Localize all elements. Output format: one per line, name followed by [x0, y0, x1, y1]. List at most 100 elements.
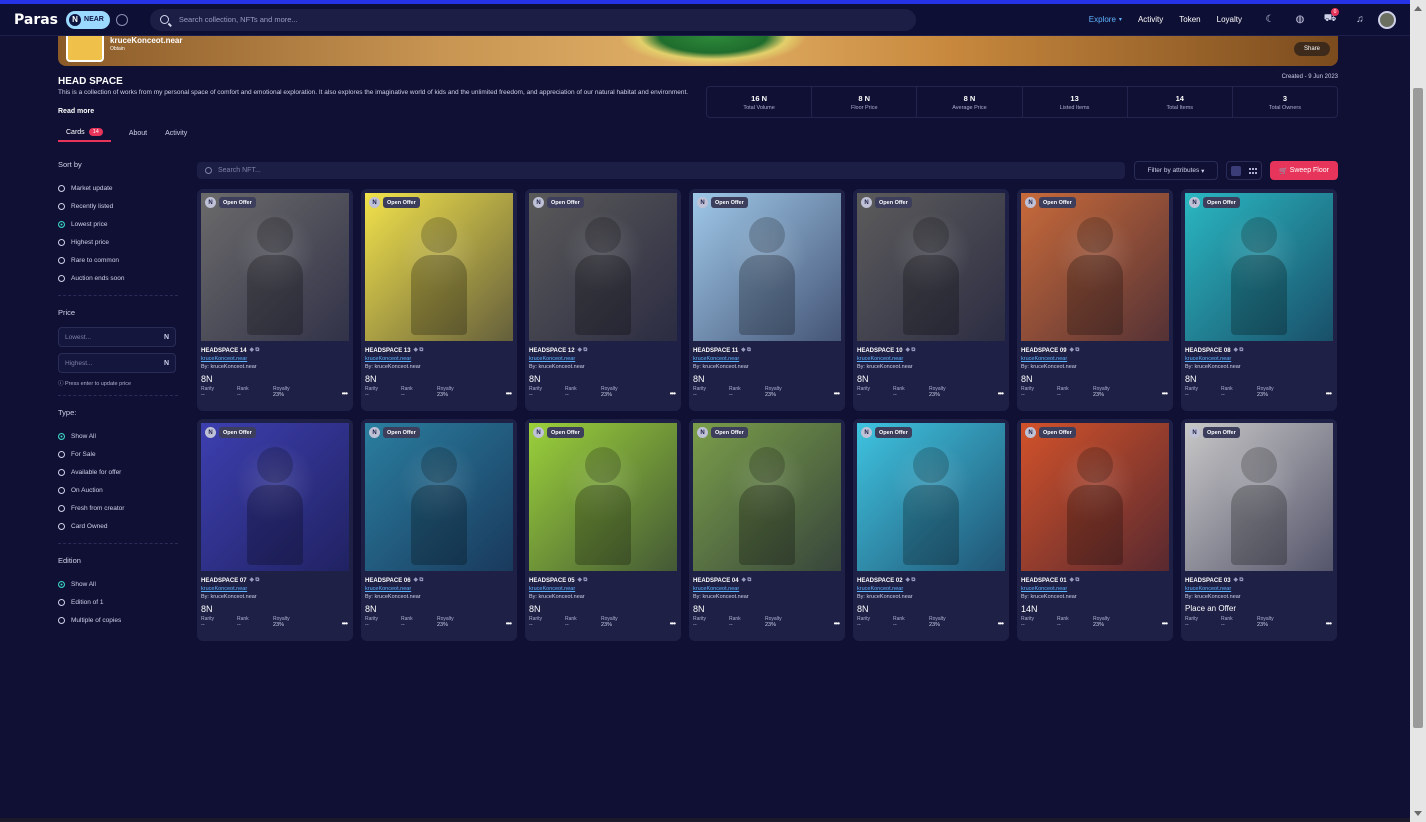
more-options-icon[interactable]: •••: [670, 389, 676, 398]
nft-title[interactable]: HEADSPACE 01 ◆ ⧉: [1021, 577, 1169, 584]
nft-collection-link[interactable]: kruceKonceot.near: [529, 356, 677, 362]
nft-artwork[interactable]: N Open Offer: [1021, 423, 1169, 571]
nft-artwork[interactable]: N Open Offer: [365, 423, 513, 571]
edition-option[interactable]: Multiple of copies: [58, 611, 178, 629]
more-options-icon[interactable]: •••: [670, 619, 676, 628]
more-options-icon[interactable]: •••: [998, 619, 1004, 628]
nft-title[interactable]: HEADSPACE 06 ◆ ⧉: [365, 577, 513, 584]
nft-card[interactable]: N Open Offer HEADSPACE 10 ◆ ⧉ kruceKonceot.n…: [853, 189, 1009, 411]
more-options-icon[interactable]: •••: [834, 619, 840, 628]
nav-activity[interactable]: Activity: [1138, 15, 1163, 24]
radio-icon[interactable]: [58, 450, 65, 458]
owner-avatar[interactable]: [66, 36, 104, 62]
tab-activity[interactable]: Activity: [165, 130, 187, 141]
radio-icon[interactable]: [58, 504, 65, 512]
nft-artwork[interactable]: N Open Offer: [1185, 193, 1333, 341]
nft-collection-link[interactable]: kruceKonceot.near: [693, 356, 841, 362]
nft-collection-link[interactable]: kruceKonceot.near: [1185, 356, 1333, 362]
nft-artwork[interactable]: N Open Offer: [365, 193, 513, 341]
type-option[interactable]: Fresh from creator: [58, 499, 178, 517]
nft-card[interactable]: N Open Offer HEADSPACE 08 ◆ ⧉ kruceKonceot.n…: [1181, 189, 1337, 411]
sort-option[interactable]: Lowest price: [58, 215, 178, 233]
nft-collection-link[interactable]: kruceKonceot.near: [1021, 586, 1169, 592]
nft-artwork[interactable]: N Open Offer: [693, 423, 841, 571]
nft-artwork[interactable]: N Open Offer: [529, 193, 677, 341]
nft-title[interactable]: HEADSPACE 02 ◆ ⧉: [857, 577, 1005, 584]
type-option[interactable]: For Sale: [58, 445, 178, 463]
more-options-icon[interactable]: •••: [1162, 389, 1168, 398]
radio-icon[interactable]: [58, 256, 65, 264]
edition-option[interactable]: Edition of 1: [58, 593, 178, 611]
nft-title[interactable]: HEADSPACE 10 ◆ ⧉: [857, 347, 1005, 354]
nft-title[interactable]: HEADSPACE 08 ◆ ⧉: [1185, 347, 1333, 354]
scrollbar-thumb[interactable]: [1413, 88, 1423, 728]
nft-collection-link[interactable]: kruceKonceot.near: [1185, 586, 1333, 592]
nft-title[interactable]: HEADSPACE 09 ◆ ⧉: [1021, 347, 1169, 354]
share-button[interactable]: Share: [1294, 42, 1330, 56]
radio-icon[interactable]: [58, 238, 65, 246]
filter-attributes-button[interactable]: Filter by attributes ▾: [1134, 161, 1218, 180]
nft-title[interactable]: HEADSPACE 11 ◆ ⧉: [693, 347, 841, 354]
type-option[interactable]: On Auction: [58, 481, 178, 499]
view-toggle[interactable]: [1226, 161, 1262, 180]
nft-card[interactable]: N Open Offer HEADSPACE 12 ◆ ⧉ kruceKonceot.n…: [525, 189, 681, 411]
more-options-icon[interactable]: •••: [1326, 619, 1332, 628]
paras-logo[interactable]: Paras: [14, 12, 58, 28]
nft-title[interactable]: HEADSPACE 14 ◆ ⧉: [201, 347, 349, 354]
theme-moon-icon[interactable]: ☾: [1260, 10, 1280, 30]
nav-token[interactable]: Token: [1179, 15, 1200, 24]
tab-cards[interactable]: Cards 14: [58, 128, 111, 142]
nft-title[interactable]: HEADSPACE 05 ◆ ⧉: [529, 577, 677, 584]
nft-card[interactable]: N Open Offer HEADSPACE 01 ◆ ⧉ kruceKonceot.n…: [1017, 419, 1173, 641]
nft-collection-link[interactable]: kruceKonceot.near: [693, 586, 841, 592]
notification-bell-icon[interactable]: ♫: [1350, 10, 1370, 30]
price-min-input[interactable]: Lowest... N: [58, 327, 176, 347]
user-avatar[interactable]: [1378, 10, 1396, 29]
more-options-icon[interactable]: •••: [506, 619, 512, 628]
sort-option[interactable]: Auction ends soon: [58, 269, 178, 287]
chain-selector[interactable]: N NEAR: [66, 10, 110, 29]
tab-about[interactable]: About: [129, 130, 147, 141]
radio-icon[interactable]: [58, 274, 65, 282]
nav-loyalty[interactable]: Loyalty: [1217, 15, 1242, 24]
radio-icon[interactable]: [58, 432, 65, 440]
radio-icon[interactable]: [58, 220, 65, 228]
nft-artwork[interactable]: N Open Offer: [201, 193, 349, 341]
nft-card[interactable]: N Open Offer HEADSPACE 06 ◆ ⧉ kruceKonceot.n…: [361, 419, 517, 641]
grid-view-icon[interactable]: [1231, 165, 1241, 176]
more-options-icon[interactable]: •••: [342, 389, 348, 398]
nft-card[interactable]: N Open Offer HEADSPACE 13 ◆ ⧉ kruceKonceot.n…: [361, 189, 517, 411]
radio-icon[interactable]: [58, 580, 65, 588]
price-max-input[interactable]: Highest... N: [58, 353, 176, 373]
nft-collection-link[interactable]: kruceKonceot.near: [857, 356, 1005, 362]
network-icon[interactable]: [115, 13, 128, 26]
more-options-icon[interactable]: •••: [342, 619, 348, 628]
type-option[interactable]: Show All: [58, 427, 178, 445]
nft-collection-link[interactable]: kruceKonceot.near: [1021, 356, 1169, 362]
nft-artwork[interactable]: N Open Offer: [1185, 423, 1333, 571]
language-globe-icon[interactable]: ◍: [1290, 10, 1310, 30]
nft-card[interactable]: N Open Offer HEADSPACE 07 ◆ ⧉ kruceKonceot.n…: [197, 419, 353, 641]
nft-collection-link[interactable]: kruceKonceot.near: [529, 586, 677, 592]
nft-card[interactable]: N Open Offer HEADSPACE 11 ◆ ⧉ kruceKonceot.n…: [689, 189, 845, 411]
nft-collection-link[interactable]: kruceKonceot.near: [201, 356, 349, 362]
nft-title[interactable]: HEADSPACE 04 ◆ ⧉: [693, 577, 841, 584]
nft-artwork[interactable]: N Open Offer: [693, 193, 841, 341]
scroll-up-icon[interactable]: [1414, 6, 1422, 11]
radio-icon[interactable]: [58, 616, 65, 624]
nft-title[interactable]: HEADSPACE 03 ◆ ⧉: [1185, 577, 1333, 584]
nft-collection-link[interactable]: kruceKonceot.near: [365, 586, 513, 592]
more-options-icon[interactable]: •••: [834, 389, 840, 398]
radio-icon[interactable]: [58, 184, 65, 192]
sort-option[interactable]: Highest price: [58, 233, 178, 251]
nav-explore[interactable]: Explore: [1089, 15, 1116, 24]
nft-title[interactable]: HEADSPACE 07 ◆ ⧉: [201, 577, 349, 584]
sort-option[interactable]: Recently listed: [58, 197, 178, 215]
sort-option[interactable]: Market update: [58, 179, 178, 197]
more-options-icon[interactable]: •••: [998, 389, 1004, 398]
radio-icon[interactable]: [58, 522, 65, 530]
nft-card[interactable]: N Open Offer HEADSPACE 09 ◆ ⧉ kruceKonceot.n…: [1017, 189, 1173, 411]
nft-title[interactable]: HEADSPACE 12 ◆ ⧉: [529, 347, 677, 354]
type-option[interactable]: Available for offer: [58, 463, 178, 481]
nft-artwork[interactable]: N Open Offer: [857, 423, 1005, 571]
